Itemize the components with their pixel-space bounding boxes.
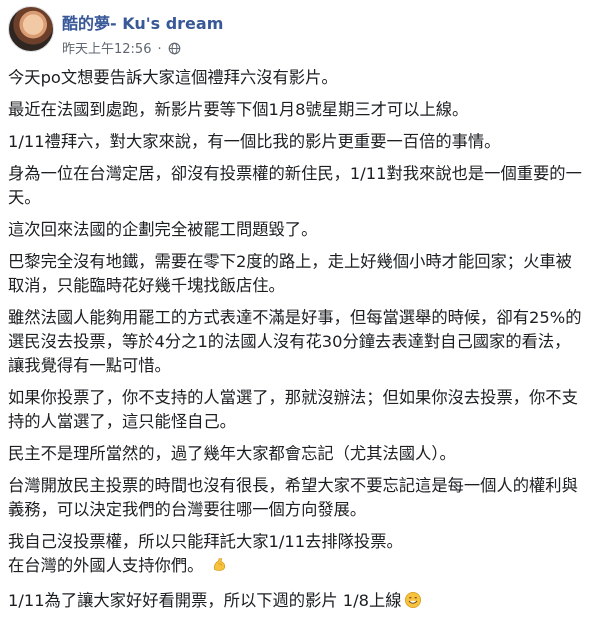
paragraph-9: 民主不是理所當然的，過了幾年大家都會忘記（尤其法國人）。 — [8, 444, 456, 463]
paragraph-4: 身為一位在台灣定居，卻沒有投票權的新住民，1/11對我來說也是一個重要的一天。 — [8, 164, 582, 207]
post-header: 酷的夢- Ku's dream 昨天上午12:56 · — [6, 4, 586, 58]
paragraph-8: 如果你投票了，你不支持的人當選了，那就沒辦法；但如果你沒去投票，你不支持的人當選… — [8, 388, 578, 431]
globe-icon — [168, 42, 181, 59]
post-body: 今天po文想要告訴大家這個禮拜六沒有影片。 最近在法國到處跑，新影片要等下個1月… — [8, 66, 586, 624]
paragraph-2: 最近在法國到處跑，新影片要等下個1月8號星期三才可以上線。 — [8, 100, 469, 119]
author-name[interactable]: 酷的夢- Ku's dream — [62, 10, 223, 34]
paragraph-11: 我自己沒投票權，所以只能拜託大家1/11去排隊投票。 在台灣的外國人支持你們。 — [8, 530, 586, 581]
paragraph-6: 巴黎完全沒有地鐵，需要在零下2度的路上，走上好幾個小時才能回家；火車被取消，只能… — [8, 252, 572, 295]
paragraph-1: 今天po文想要告訴大家這個禮拜六沒有影片。 — [8, 68, 338, 87]
paragraph-12: 1/11為了讓大家好好看開票，所以下週的影片 1/8上線 — [8, 589, 586, 616]
paragraph-11-line-1: 我自己沒投票權，所以只能拜託大家1/11去排隊投票。 — [8, 532, 403, 551]
smiling-face-icon — [404, 591, 422, 616]
flexed-biceps-icon — [211, 556, 229, 581]
meta-separator: · — [157, 42, 162, 57]
paragraph-10: 台灣開放民主投票的時間也沒有很長，希望大家不要忘記這是每一個人的權利與義務，可以… — [8, 476, 578, 519]
paragraph-5: 這次回來法國的企劃完全被罷工問題毀了。 — [8, 220, 318, 239]
post-meta: 昨天上午12:56 · — [62, 38, 181, 59]
avatar[interactable] — [8, 6, 54, 52]
last-line: 1/11為了讓大家好好看開票，所以下週的影片 1/8上線 — [8, 591, 402, 610]
paragraph-3: 1/11禮拜六，對大家來說，有一個比我的影片更重要一百倍的事情。 — [8, 132, 501, 151]
facebook-post: 酷的夢- Ku's dream 昨天上午12:56 · 今天po文想要告訴大家這個… — [0, 0, 599, 625]
timestamp[interactable]: 昨天上午12:56 — [62, 42, 151, 57]
paragraph-7: 雖然法國人能夠用罷工的方式表達不滿是好事，但每當選舉的時候，卻有25%的選民沒去… — [8, 308, 582, 375]
paragraph-11-line-2: 在台灣的外國人支持你們。 — [8, 556, 204, 575]
